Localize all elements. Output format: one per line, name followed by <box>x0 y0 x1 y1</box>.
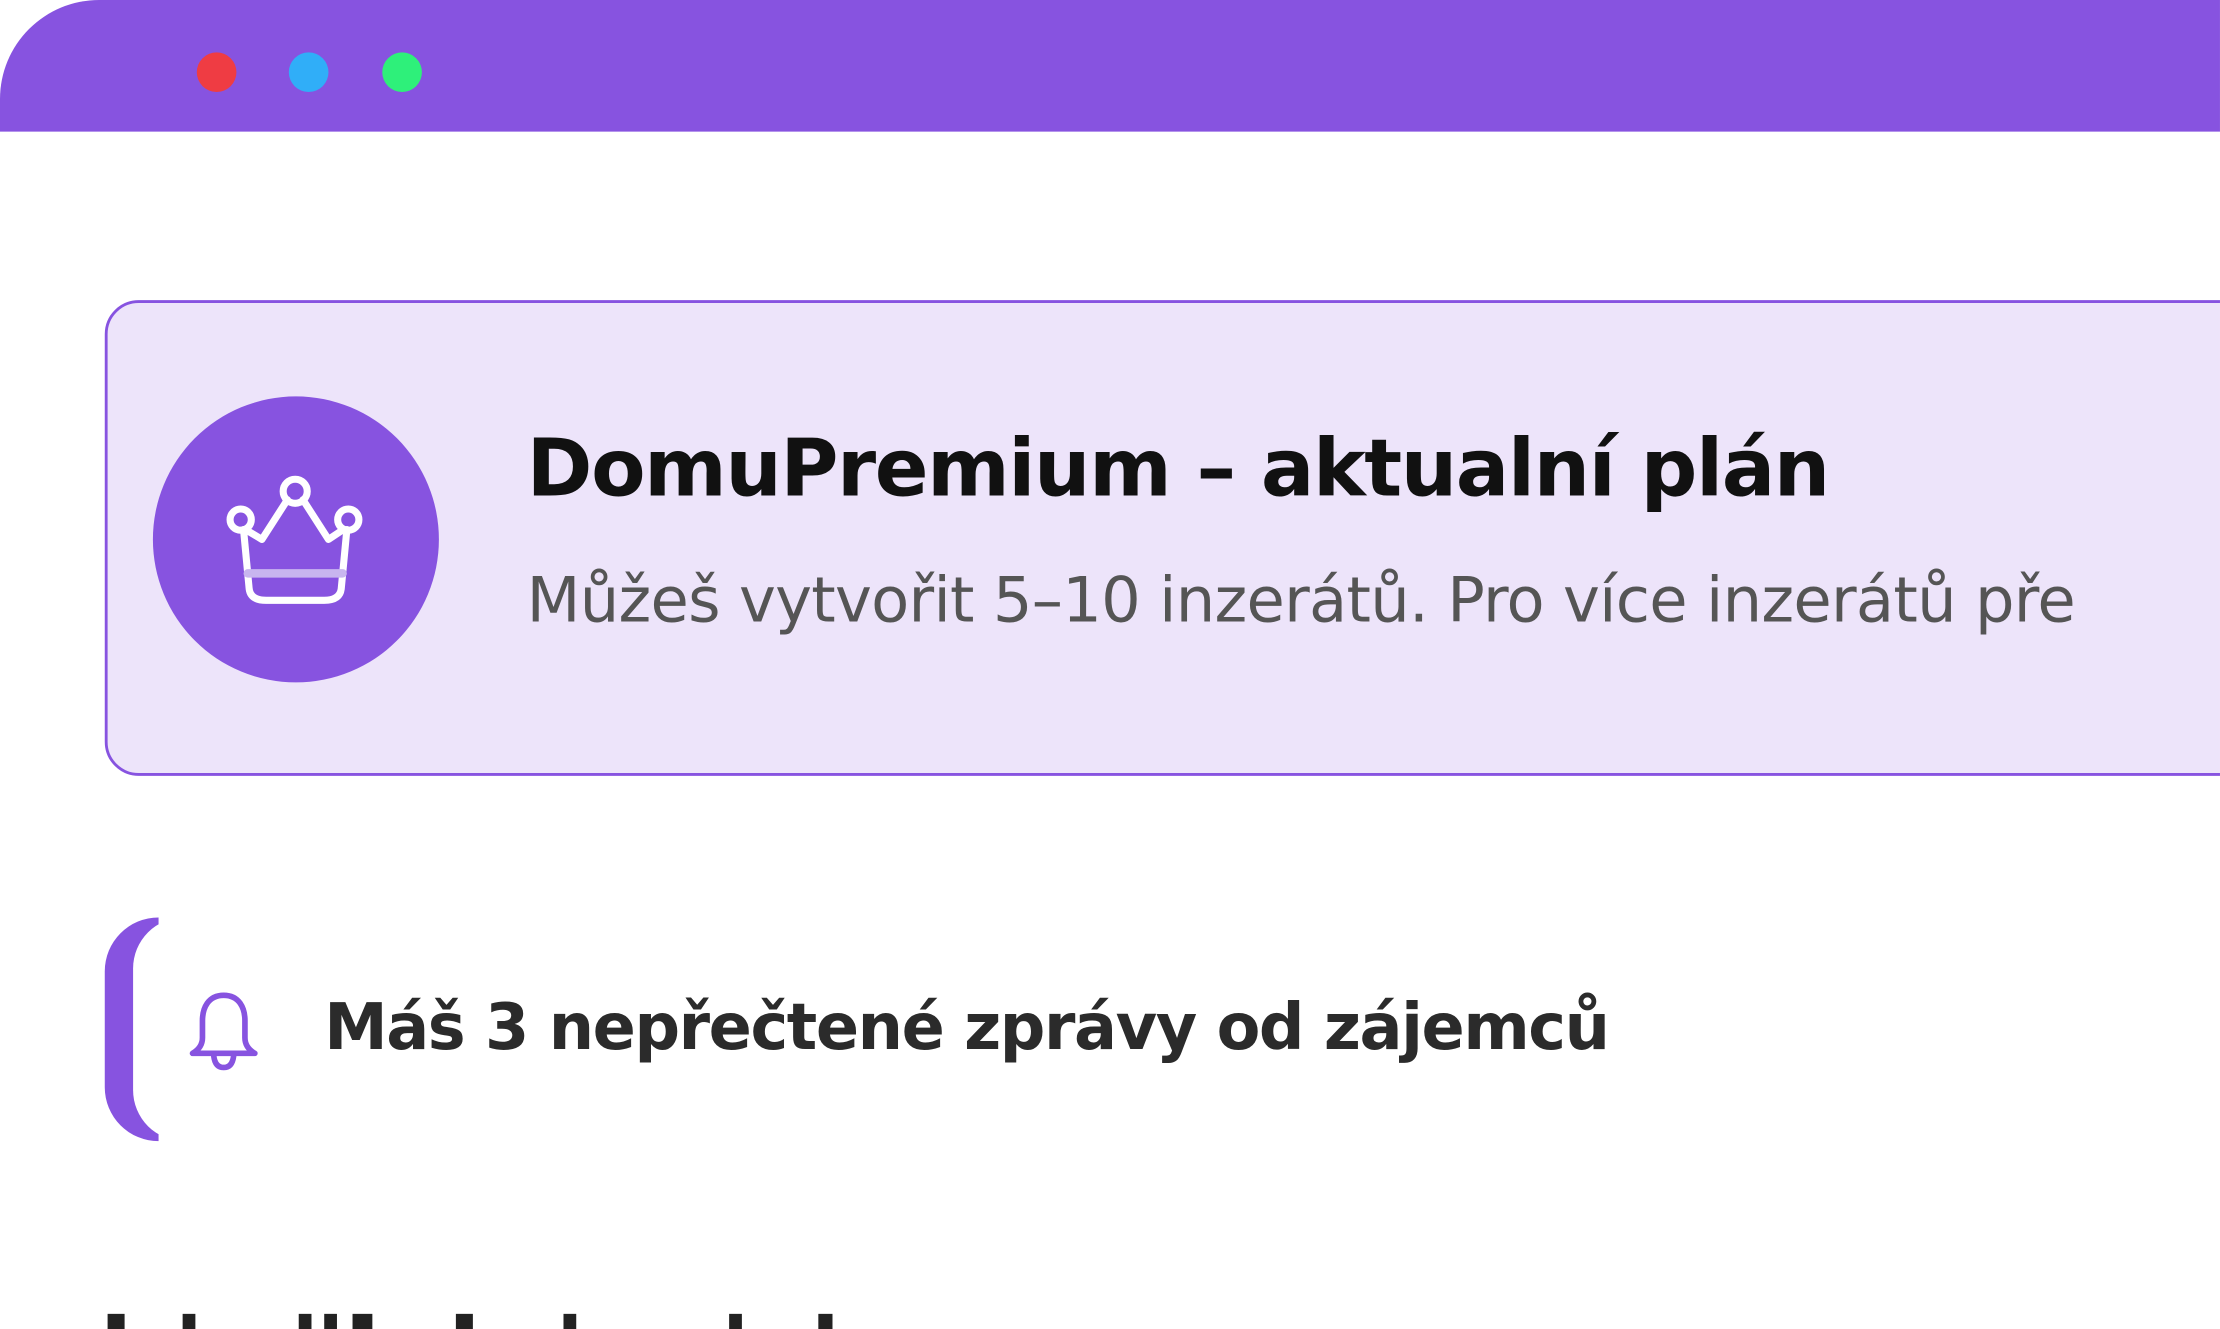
minimize-window-button[interactable] <box>288 52 329 93</box>
app-window: DomuPremium – aktualní plán Můžeš vytvoř… <box>0 0 2220 1329</box>
close-window-button[interactable] <box>196 52 237 93</box>
crown-icon <box>226 475 363 604</box>
maximize-window-button[interactable] <box>382 52 422 93</box>
page-content: DomuPremium – aktualní plán Můžeš vytvoř… <box>0 0 2220 1329</box>
bell-icon <box>189 992 258 1071</box>
current-plan-card: DomuPremium – aktualní plán Můžeš vytvoř… <box>104 300 2220 776</box>
plan-description: Můžeš vytvořit 5–10 inzerátů. Pro více i… <box>526 564 2076 638</box>
unread-messages-notification[interactable]: Máš 3 nepřečtené zprávy od zájemců <box>104 917 1776 1142</box>
notification-accent-cutout <box>133 917 185 1142</box>
notification-message: Máš 3 nepřečtené zprávy od zájemců <box>324 989 1610 1065</box>
cropped-section-heading <box>105 1313 870 1329</box>
window-titlebar <box>0 0 2220 132</box>
plan-badge <box>152 396 439 683</box>
plan-title: DomuPremium – aktualní plán <box>526 423 1831 516</box>
